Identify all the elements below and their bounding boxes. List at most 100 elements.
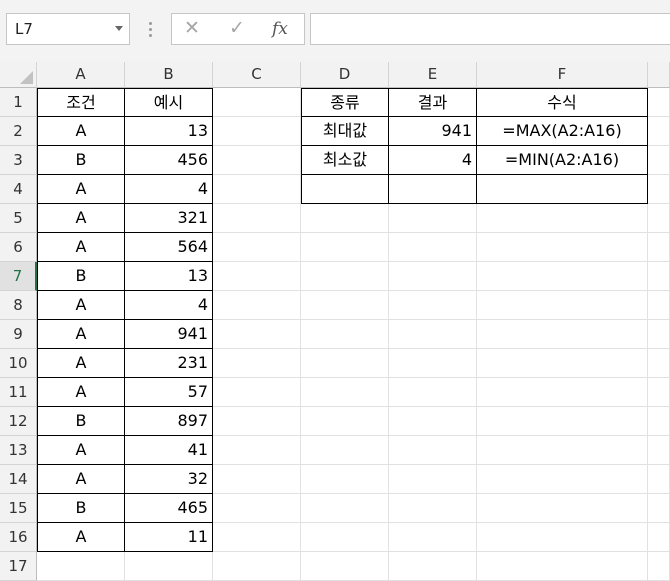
cell[interactable] xyxy=(648,291,670,320)
cell[interactable] xyxy=(389,378,477,407)
cell[interactable] xyxy=(301,494,389,523)
row-header-7[interactable]: 7 xyxy=(0,262,37,291)
cell[interactable] xyxy=(213,436,301,465)
summary-data-cell[interactable] xyxy=(301,175,389,204)
summary-data-cell[interactable]: =MAX(A2:A16) xyxy=(477,117,648,146)
cell[interactable] xyxy=(213,523,301,552)
cell[interactable] xyxy=(648,146,670,175)
cell[interactable] xyxy=(477,349,648,378)
table-data-cell[interactable]: A xyxy=(37,320,125,349)
cell[interactable] xyxy=(648,523,670,552)
cell[interactable] xyxy=(477,320,648,349)
cell[interactable] xyxy=(301,465,389,494)
table-data-cell[interactable]: B xyxy=(37,494,125,523)
cell[interactable] xyxy=(213,117,301,146)
cell[interactable] xyxy=(389,349,477,378)
cell[interactable] xyxy=(389,320,477,349)
chevron-down-icon[interactable] xyxy=(115,26,123,31)
cell[interactable] xyxy=(389,233,477,262)
cell[interactable] xyxy=(648,175,670,204)
cell[interactable] xyxy=(37,552,125,581)
cell[interactable] xyxy=(301,407,389,436)
column-header-e[interactable]: E xyxy=(389,62,477,88)
row-header-16[interactable]: 16 xyxy=(0,523,37,552)
cell[interactable] xyxy=(648,465,670,494)
column-header-d[interactable]: D xyxy=(301,62,389,88)
cell[interactable] xyxy=(477,262,648,291)
cell[interactable] xyxy=(213,291,301,320)
table-data-cell[interactable]: 465 xyxy=(125,494,213,523)
cell[interactable] xyxy=(301,349,389,378)
cell[interactable] xyxy=(477,407,648,436)
table-data-cell[interactable]: A xyxy=(37,523,125,552)
cell[interactable] xyxy=(301,204,389,233)
table-data-cell[interactable]: 57 xyxy=(125,378,213,407)
row-header-13[interactable]: 13 xyxy=(0,436,37,465)
row-header-4[interactable]: 4 xyxy=(0,175,37,204)
cell[interactable] xyxy=(213,175,301,204)
table-data-cell[interactable]: 4 xyxy=(125,175,213,204)
cell[interactable] xyxy=(213,262,301,291)
table-data-cell[interactable]: 13 xyxy=(125,117,213,146)
summary-data-cell[interactable]: 최대값 xyxy=(301,117,389,146)
cell[interactable] xyxy=(477,378,648,407)
cell[interactable] xyxy=(648,88,670,117)
table-data-cell[interactable]: A xyxy=(37,349,125,378)
table-data-cell[interactable]: 941 xyxy=(125,320,213,349)
cell[interactable] xyxy=(301,436,389,465)
cell[interactable] xyxy=(389,523,477,552)
row-header-10[interactable]: 10 xyxy=(0,349,37,378)
row-header-6[interactable]: 6 xyxy=(0,233,37,262)
cell[interactable] xyxy=(301,378,389,407)
table-data-cell[interactable]: B xyxy=(37,407,125,436)
row-header-2[interactable]: 2 xyxy=(0,117,37,146)
summary-data-cell[interactable] xyxy=(477,175,648,204)
row-header-15[interactable]: 15 xyxy=(0,494,37,523)
row-header-12[interactable]: 12 xyxy=(0,407,37,436)
row-header-1[interactable]: 1 xyxy=(0,88,37,117)
cell[interactable] xyxy=(648,407,670,436)
cell[interactable] xyxy=(213,349,301,378)
cell[interactable] xyxy=(301,523,389,552)
row-header-9[interactable]: 9 xyxy=(0,320,37,349)
cell[interactable] xyxy=(648,552,670,581)
cell[interactable] xyxy=(213,552,301,581)
table-data-cell[interactable]: A xyxy=(37,436,125,465)
summary-data-cell[interactable]: 4 xyxy=(389,146,477,175)
cancel-icon[interactable]: ✕ xyxy=(184,17,200,39)
cell[interactable] xyxy=(648,494,670,523)
cell[interactable] xyxy=(389,465,477,494)
cell[interactable] xyxy=(477,523,648,552)
cell[interactable] xyxy=(213,88,301,117)
cell[interactable] xyxy=(301,262,389,291)
cell[interactable] xyxy=(213,233,301,262)
table-data-cell[interactable]: 897 xyxy=(125,407,213,436)
formula-input[interactable] xyxy=(310,13,670,45)
cell[interactable] xyxy=(648,320,670,349)
row-header-5[interactable]: 5 xyxy=(0,204,37,233)
table-data-cell[interactable]: A xyxy=(37,175,125,204)
name-box[interactable]: L7 xyxy=(6,13,130,45)
cell[interactable] xyxy=(213,320,301,349)
table-data-cell[interactable]: 32 xyxy=(125,465,213,494)
row-header-3[interactable]: 3 xyxy=(0,146,37,175)
column-header-c[interactable]: C xyxy=(213,62,301,88)
row-header-17[interactable]: 17 xyxy=(0,552,37,581)
cell[interactable] xyxy=(389,204,477,233)
cell[interactable] xyxy=(648,349,670,378)
select-all-button[interactable] xyxy=(0,62,37,88)
cell[interactable] xyxy=(389,436,477,465)
table-data-cell[interactable]: 41 xyxy=(125,436,213,465)
table-data-cell[interactable]: 13 xyxy=(125,262,213,291)
table-data-cell[interactable]: 11 xyxy=(125,523,213,552)
cell[interactable] xyxy=(648,262,670,291)
row-header-11[interactable]: 11 xyxy=(0,378,37,407)
cell[interactable] xyxy=(477,233,648,262)
cell[interactable] xyxy=(213,204,301,233)
cell[interactable] xyxy=(477,436,648,465)
cell[interactable] xyxy=(301,291,389,320)
cell[interactable] xyxy=(213,465,301,494)
summary-data-cell[interactable] xyxy=(389,175,477,204)
drag-handle-icon[interactable] xyxy=(148,22,154,40)
table-data-cell[interactable]: A xyxy=(37,378,125,407)
